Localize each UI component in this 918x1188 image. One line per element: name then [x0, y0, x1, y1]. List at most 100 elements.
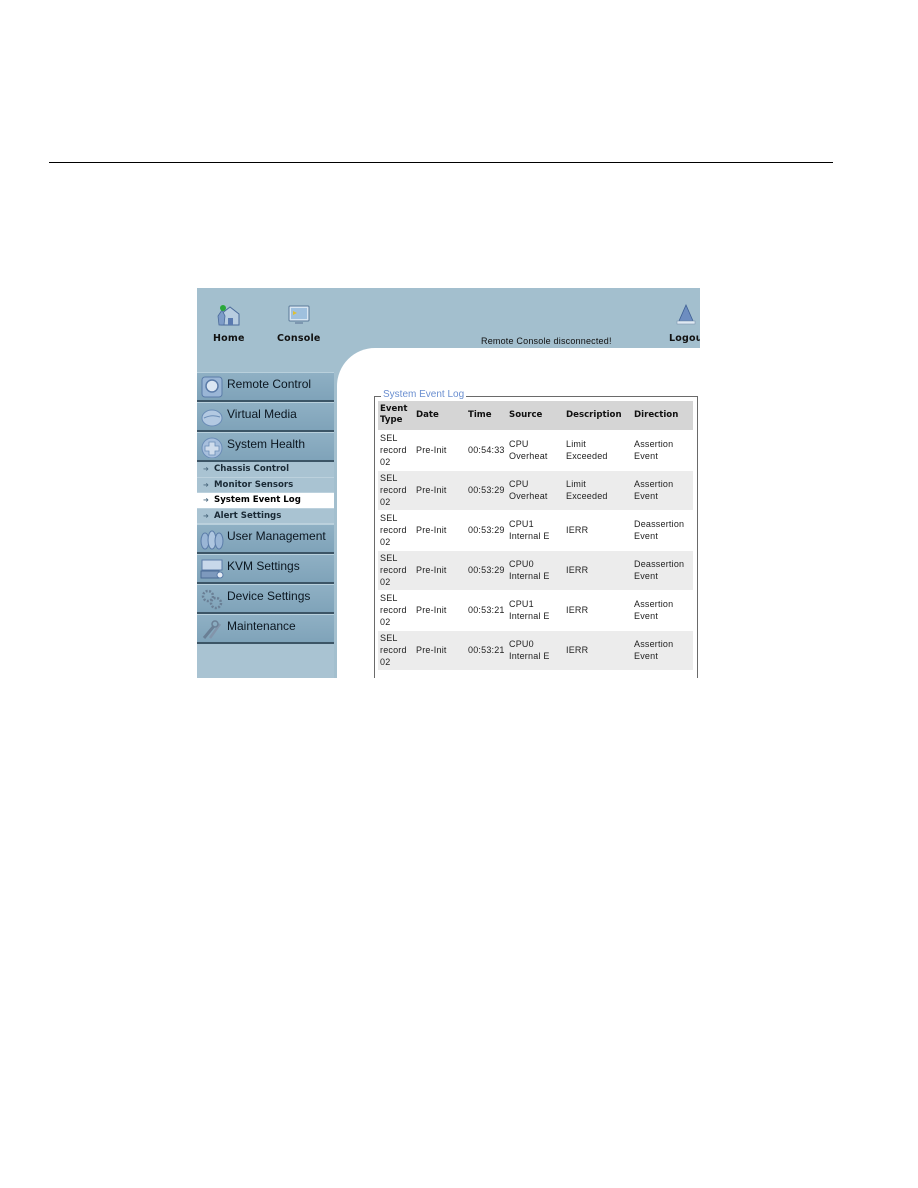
- cell-date: Pre-Init: [414, 629, 466, 670]
- cell-date: Pre-Init: [414, 589, 466, 630]
- cell-direction: [632, 669, 693, 678]
- console-label: Console: [277, 333, 321, 344]
- kvm-web-ui: Home Console Remote Console disconnected…: [197, 288, 700, 678]
- cell-direction: Assertion Event: [632, 629, 693, 670]
- logout-icon: [674, 304, 698, 331]
- arrow-icon: ➜: [203, 465, 209, 474]
- column-header[interactable]: Source: [507, 401, 564, 430]
- cell-direction: Assertion Event: [632, 429, 693, 470]
- cell-date: Pre-Init: [414, 509, 466, 550]
- cell-direction: Assertion Event: [632, 469, 693, 510]
- users-icon: [199, 526, 225, 552]
- cell-type: SEL: [378, 669, 414, 678]
- cell-description: IERR: [564, 629, 632, 670]
- cell-type: SEL record 02: [378, 429, 414, 470]
- page-header-rule: [49, 162, 833, 163]
- cell-date: Pre-Init: [414, 549, 466, 590]
- sidebar-item-virtual-media[interactable]: Virtual Media: [197, 402, 334, 432]
- sidebar-item-label: System Health: [227, 436, 306, 451]
- system-event-log-title: System Event Log: [381, 389, 467, 400]
- cell-type: SEL record 02: [378, 469, 414, 510]
- cell-time: 00:54:33: [466, 429, 507, 470]
- cell-source: CPU0 Internal E: [507, 549, 564, 590]
- sidebar-item-system-health[interactable]: System Health: [197, 432, 334, 462]
- cell-type: SEL record 02: [378, 509, 414, 550]
- subitem-label: Alert Settings: [214, 510, 282, 521]
- system-health-submenu: ➜ Chassis Control ➜ Monitor Sensors ➜ Syste…: [197, 462, 334, 524]
- cell-time: 00:53:29: [466, 509, 507, 550]
- cell-time: [466, 669, 507, 678]
- cell-time: 00:53:21: [466, 629, 507, 670]
- cell-description: IERR: [564, 549, 632, 590]
- cell-source: CPU Overheat: [507, 429, 564, 470]
- column-header[interactable]: Direction: [632, 401, 693, 430]
- sidebar-item-device-settings[interactable]: Device Settings: [197, 584, 334, 614]
- disc-icon: [199, 404, 225, 430]
- cell-time: 00:53:29: [466, 469, 507, 510]
- table-row[interactable]: SEL record 02 Pre-Init 00:53:29 CPU1 Intern…: [378, 509, 693, 550]
- cell-description: Limit Exceeded: [564, 429, 632, 470]
- table-row[interactable]: SEL: [378, 669, 693, 678]
- cell-description: [564, 669, 632, 678]
- subitem-label: System Event Log: [214, 495, 301, 506]
- sidebar-nav: Remote Control Virtual Media System Heal…: [197, 372, 334, 678]
- cell-description: Limit Exceeded: [564, 469, 632, 510]
- kvm-keyboard-icon: [199, 556, 225, 582]
- table-row[interactable]: SEL record 02 Pre-Init 00:53:29 CPU0 Intern…: [378, 549, 693, 590]
- subitem-label: Chassis Control: [214, 464, 290, 475]
- column-header[interactable]: Time: [466, 401, 507, 430]
- table-row[interactable]: SEL record 02 Pre-Init 00:54:33 CPU Overhea…: [378, 429, 693, 470]
- subitem-alert-settings[interactable]: ➜ Alert Settings: [197, 509, 334, 524]
- cell-direction: Deassertion Event: [632, 549, 693, 590]
- cell-type: SEL record 02: [378, 589, 414, 630]
- sidebar-item-maintenance[interactable]: Maintenance: [197, 614, 334, 644]
- table-row[interactable]: SEL record 02 Pre-Init 00:53:29 CPU Overhea…: [378, 469, 693, 510]
- table-row[interactable]: SEL record 02 Pre-Init 00:53:21 CPU1 Intern…: [378, 589, 693, 630]
- subitem-chassis-control[interactable]: ➜ Chassis Control: [197, 462, 334, 478]
- cell-date: Pre-Init: [414, 429, 466, 470]
- table-row[interactable]: SEL record 02 Pre-Init 00:53:21 CPU0 Intern…: [378, 629, 693, 670]
- cell-time: 00:53:29: [466, 549, 507, 590]
- cell-date: Pre-Init: [414, 469, 466, 510]
- wrench-icon: [199, 616, 225, 642]
- subitem-system-event-log[interactable]: ➜ System Event Log: [197, 493, 334, 509]
- logout-label: Logou: [669, 333, 700, 344]
- cell-type: SEL record 02: [378, 629, 414, 670]
- sidebar-item-kvm-settings[interactable]: KVM Settings: [197, 554, 334, 584]
- table-header-row: Event Type Date Time Source Description …: [378, 401, 693, 430]
- cell-type: SEL record 02: [378, 549, 414, 590]
- column-header[interactable]: Event Type: [378, 401, 414, 430]
- cell-source: [507, 669, 564, 678]
- cell-source: CPU1 Internal E: [507, 589, 564, 630]
- column-header[interactable]: Date: [414, 401, 466, 430]
- sidebar-item-label: Device Settings: [227, 588, 311, 603]
- logout-button[interactable]: Logou: [669, 304, 700, 344]
- cell-date: [414, 669, 466, 678]
- arrow-icon: ➜: [203, 496, 209, 505]
- sidebar-item-label: Virtual Media: [227, 406, 297, 421]
- cell-time: 00:53:21: [466, 589, 507, 630]
- sidebar-item-remote-control[interactable]: Remote Control: [197, 372, 334, 402]
- sidebar-item-label: KVM Settings: [227, 558, 300, 573]
- subitem-monitor-sensors[interactable]: ➜ Monitor Sensors: [197, 478, 334, 493]
- cell-source: CPU0 Internal E: [507, 629, 564, 670]
- home-button[interactable]: Home: [213, 304, 245, 344]
- arrow-icon: ➜: [203, 480, 209, 489]
- console-monitor-icon: [287, 304, 311, 331]
- arrow-icon: ➜: [203, 511, 209, 520]
- subitem-label: Monitor Sensors: [214, 479, 294, 490]
- cell-source: CPU Overheat: [507, 469, 564, 510]
- column-header[interactable]: Description: [564, 401, 632, 430]
- home-icon: [217, 304, 241, 331]
- sidebar-item-label: Remote Control: [227, 376, 312, 391]
- sidebar-item-label: Maintenance: [227, 618, 296, 633]
- sidebar-item-label: User Management: [227, 528, 326, 543]
- cell-description: IERR: [564, 589, 632, 630]
- home-label: Home: [213, 333, 245, 344]
- system-event-log-table: Event Type Date Time Source Description …: [378, 401, 693, 678]
- magnifier-icon: [199, 374, 225, 400]
- cell-source: CPU1 Internal E: [507, 509, 564, 550]
- sidebar-item-user-management[interactable]: User Management: [197, 524, 334, 554]
- cell-description: IERR: [564, 509, 632, 550]
- console-button[interactable]: Console: [277, 304, 321, 344]
